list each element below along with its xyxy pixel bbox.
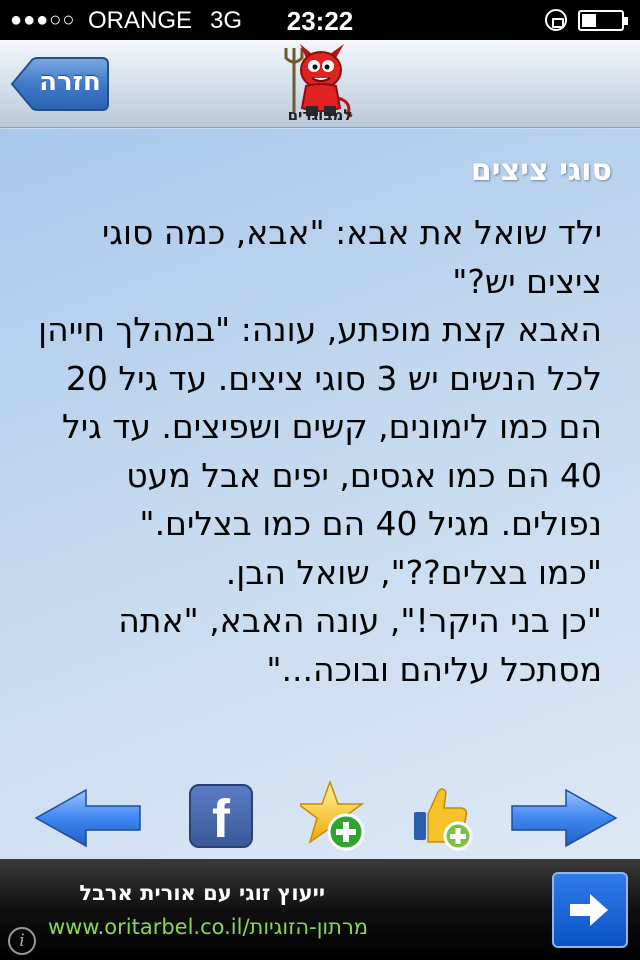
arrow-right-icon xyxy=(570,894,608,926)
ad-open-button[interactable] xyxy=(552,872,628,948)
navigation-bar: חזרה למבוגרים xyxy=(0,40,640,128)
info-icon[interactable]: i xyxy=(8,927,36,955)
add-favorite-star-icon[interactable] xyxy=(300,780,370,852)
action-toolbar: f xyxy=(0,780,640,856)
back-button-label: חזרה xyxy=(39,67,101,97)
joke-paragraph: "כן בני היקר!", עונה האבא, "אתה מסתכל על… xyxy=(118,601,602,689)
joke-body: ילד שואל את אבא: "אבא, כמה סוגי ציצים יש… xyxy=(26,209,602,694)
previous-arrow-icon[interactable] xyxy=(34,786,144,850)
status-bar: ●●●○○ ORANGE 3G 23:22 xyxy=(0,0,640,40)
joke-content: סוגי ציצים ילד שואל את אבא: "אבא, כמה סו… xyxy=(0,129,640,859)
logo-text: למבוגרים xyxy=(287,106,353,124)
ad-title: ייעוץ זוגי עם אורית ארבל xyxy=(79,881,325,905)
rotation-lock-icon xyxy=(545,9,567,31)
ad-banner[interactable]: ייעוץ זוגי עם אורית ארבל www.oritarbel.c… xyxy=(0,859,640,960)
battery-icon xyxy=(578,10,628,31)
facebook-share-button[interactable]: f xyxy=(189,784,253,849)
back-button[interactable]: חזרה xyxy=(10,57,110,111)
joke-paragraph: ילד שואל את אבא: "אבא, כמה סוגי ציצים יש… xyxy=(101,213,602,301)
facebook-icon: f xyxy=(212,789,230,849)
joke-paragraph: האבא קצת מופתע, עונה: "במהלך חייהן לכל ה… xyxy=(38,310,602,543)
joke-title: סוגי ציצים xyxy=(470,153,612,188)
joke-paragraph: "כמו בצלים??", שואל הבן. xyxy=(225,552,602,592)
like-thumb-icon[interactable] xyxy=(410,784,476,852)
next-arrow-icon[interactable] xyxy=(508,786,618,850)
status-time: 23:22 xyxy=(286,6,354,36)
ad-url[interactable]: www.oritarbel.co.il/מרתון-הזוגיות xyxy=(48,915,368,939)
